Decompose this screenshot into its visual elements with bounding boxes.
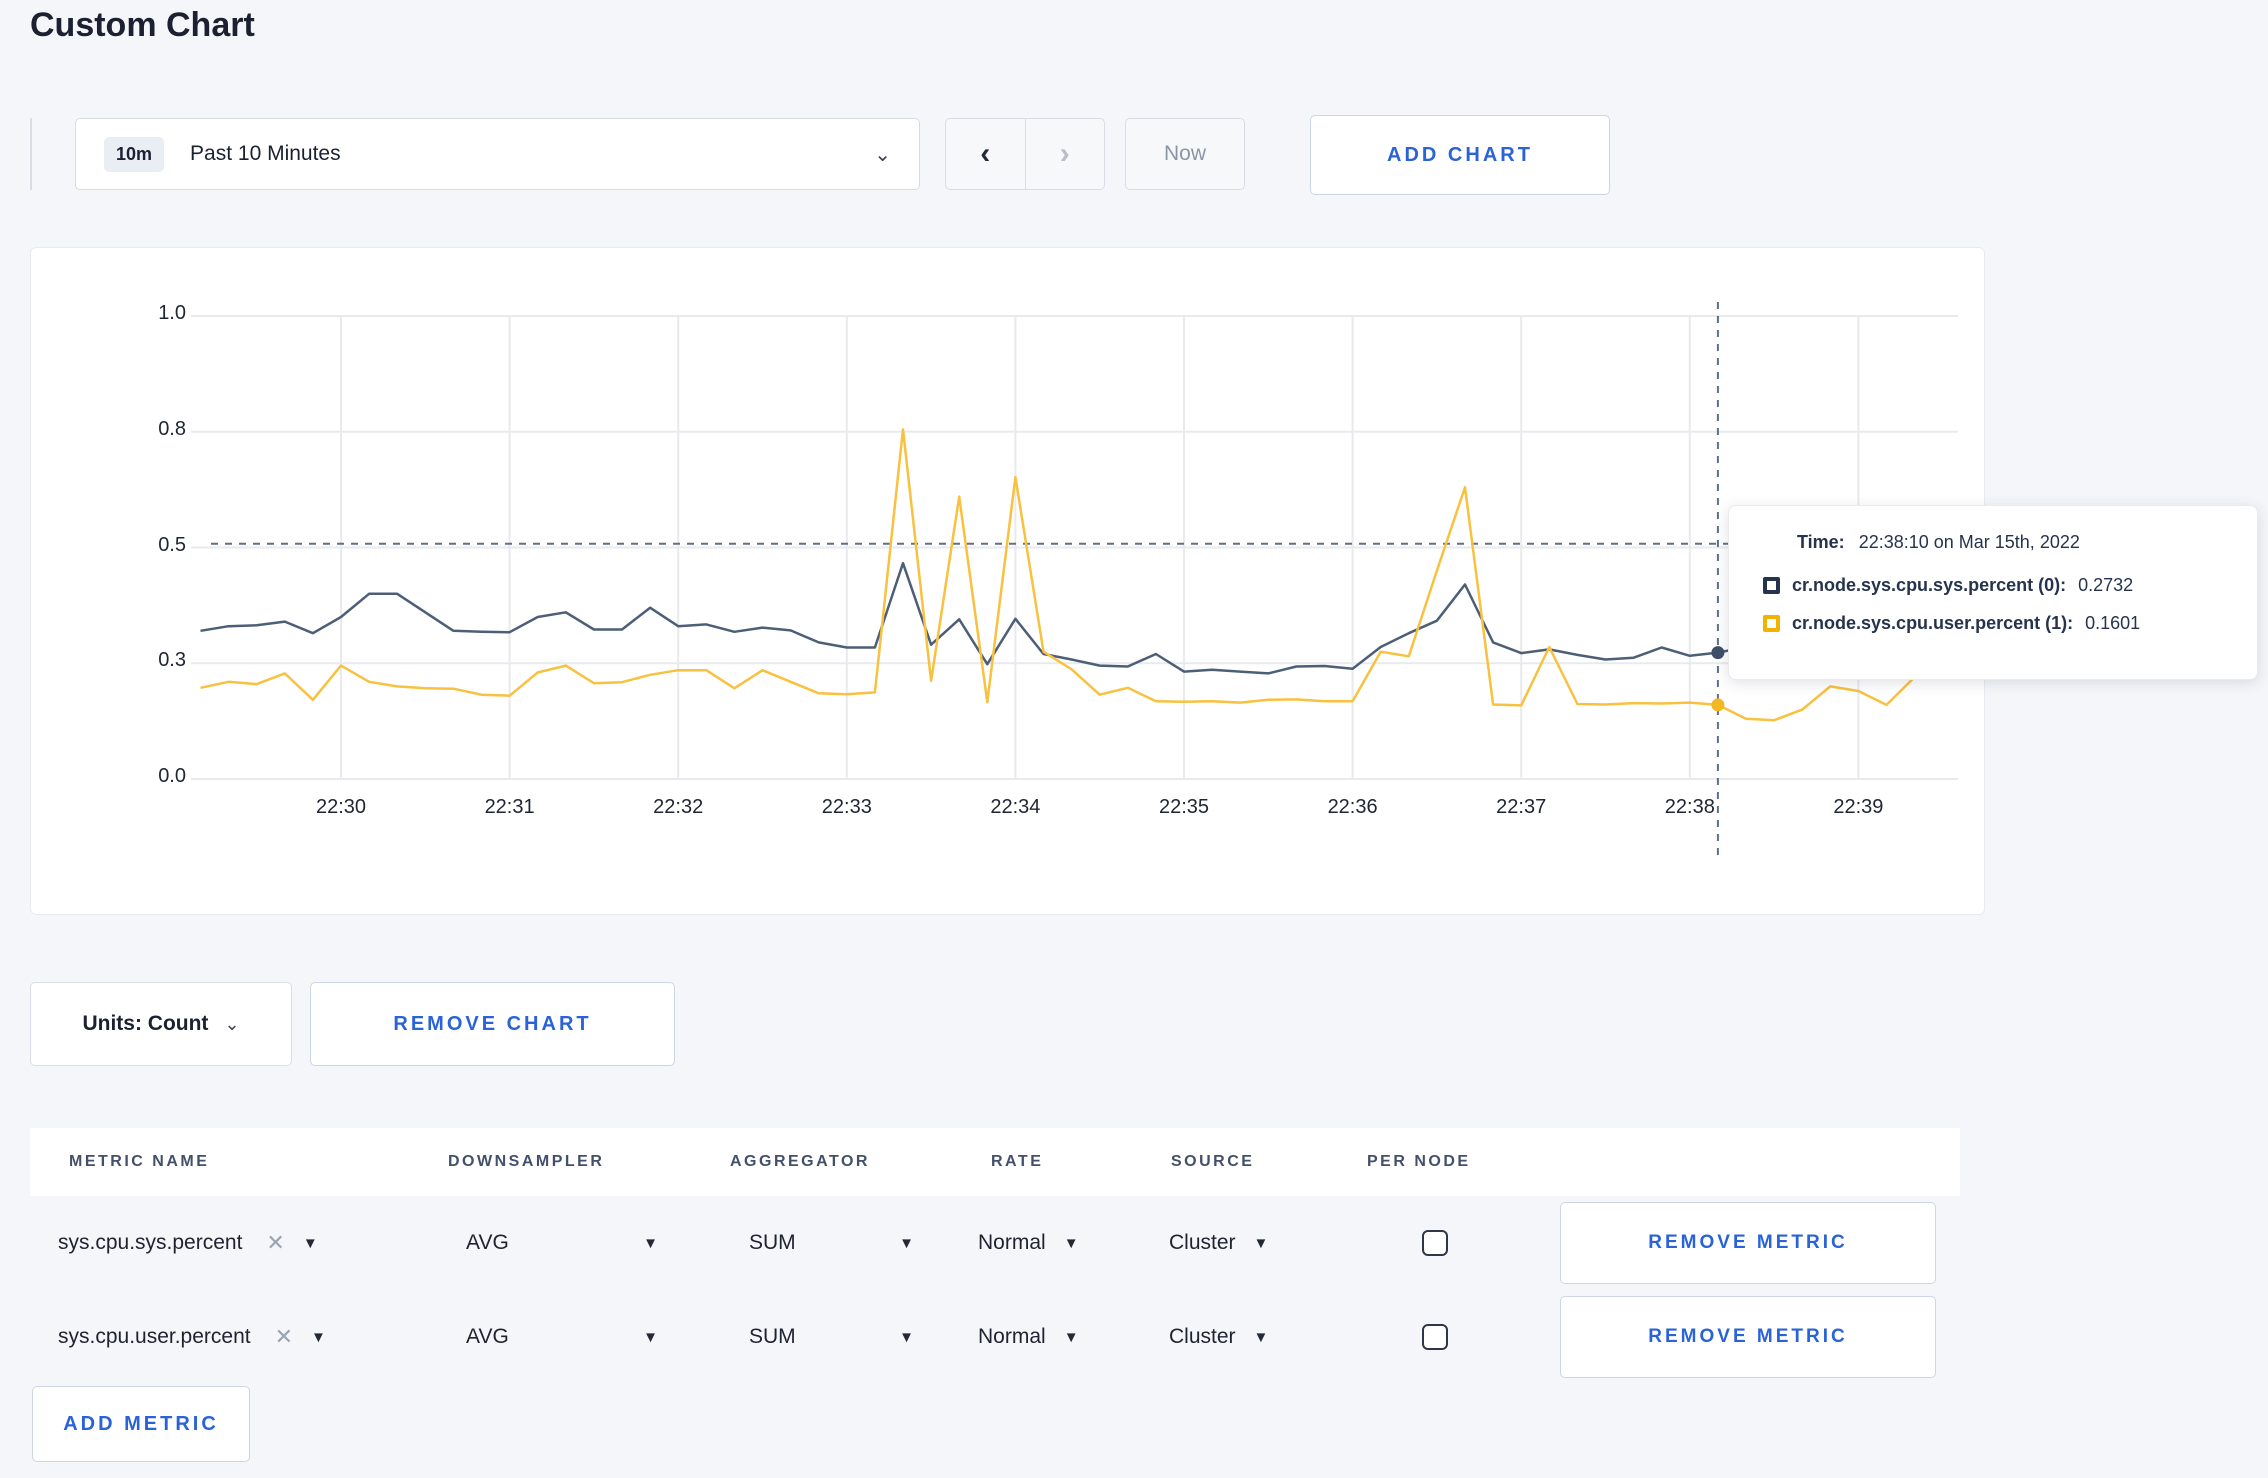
next-range-button[interactable]: › — [1026, 119, 1105, 189]
chevron-down-icon: ⌄ — [224, 1013, 240, 1034]
x-axis-tick-label: 22:35 — [1158, 796, 1210, 818]
time-range-badge: 10m — [104, 136, 165, 172]
col-header-metric-name: METRIC NAME — [69, 1153, 210, 1170]
caret-down-icon: ▼ — [1253, 1234, 1269, 1252]
col-header-downsampler: DOWNSAMPLER — [448, 1153, 605, 1170]
remove-metric-button[interactable]: REMOVE METRIC — [1560, 1202, 1936, 1284]
aggregator-select[interactable]: SUM ▼ — [749, 1325, 914, 1349]
sys-series-legend-icon — [1763, 577, 1780, 594]
table-row: sys.cpu.user.percent ✕ ▼ AVG ▼ SUM ▼ Nor… — [30, 1290, 1960, 1384]
previous-range-button[interactable]: ‹ — [946, 119, 1026, 189]
downsampler-value: AVG — [466, 1325, 509, 1348]
col-header-source: SOURCE — [1171, 1153, 1255, 1170]
rate-value: Normal — [978, 1231, 1046, 1254]
aggregator-value: SUM — [749, 1231, 796, 1254]
x-axis-tick-label: 22:37 — [1496, 796, 1547, 818]
metric-name-label: sys.cpu.user.percent — [58, 1325, 251, 1348]
caret-down-icon: ▼ — [1253, 1328, 1269, 1346]
user-series-legend-icon — [1763, 615, 1780, 632]
tooltip-series-value: 0.2732 — [2078, 575, 2134, 595]
tooltip-series-name: cr.node.sys.cpu.sys.percent (0): — [1792, 575, 2067, 595]
remove-chart-button[interactable]: REMOVE CHART — [310, 982, 675, 1066]
source-select[interactable]: Cluster ▼ — [1169, 1325, 1268, 1349]
page-title: Custom Chart — [30, 6, 255, 44]
x-axis-tick-label: 22:33 — [821, 796, 872, 818]
add-chart-button[interactable]: ADD CHART — [1310, 115, 1610, 195]
source-value: Cluster — [1169, 1325, 1236, 1348]
rate-select[interactable]: Normal ▼ — [978, 1231, 1079, 1255]
metric-name-dropdown[interactable]: sys.cpu.user.percent ✕ ▼ — [58, 1324, 326, 1350]
table-row: sys.cpu.sys.percent ✕ ▼ AVG ▼ SUM ▼ Norm… — [30, 1196, 1960, 1290]
y-axis-tick-label: 1.0 — [158, 302, 186, 324]
metric-name-label: sys.cpu.sys.percent — [58, 1231, 243, 1254]
y-axis-tick-label: 0.8 — [158, 417, 186, 440]
col-header-per-node: PER NODE — [1367, 1153, 1471, 1170]
x-axis-tick-label: 22:32 — [653, 796, 704, 818]
source-value: Cluster — [1169, 1231, 1236, 1254]
chart-card: 0.0 0.3 0.5 0.8 1.0 22:30 22:31 22:32 22:33 22:34… — [30, 247, 1985, 915]
remove-metric-button[interactable]: REMOVE METRIC — [1560, 1296, 1936, 1378]
downsampler-select[interactable]: AVG ▼ — [466, 1325, 658, 1349]
aggregator-value: SUM — [749, 1325, 796, 1348]
downsampler-select[interactable]: AVG ▼ — [466, 1231, 658, 1255]
x-axis-tick-label: 22:34 — [990, 796, 1041, 818]
col-header-aggregator: AGGREGATOR — [730, 1153, 870, 1170]
x-axis-tick-label: 22:30 — [315, 796, 367, 818]
clear-metric-icon[interactable]: ✕ — [275, 1324, 293, 1350]
chart-hover-tooltip: Time: 22:38:10 on Mar 15th, 2022 cr.node.… — [1728, 505, 2258, 680]
col-header-rate: RATE — [991, 1153, 1044, 1170]
caret-down-icon: ▼ — [899, 1328, 914, 1346]
metrics-table-header: METRIC NAME DOWNSAMPLER AGGREGATOR RATE … — [30, 1128, 1960, 1196]
caret-down-icon: ▼ — [311, 1328, 326, 1346]
tooltip-series-name: cr.node.sys.cpu.user.percent (1): — [1792, 613, 2074, 633]
y-axis-tick-label: 0.3 — [158, 649, 186, 672]
y-axis-tick-label: 0.5 — [158, 533, 186, 556]
tooltip-time-value: 22:38:10 on Mar 15th, 2022 — [1858, 532, 2080, 552]
aggregator-select[interactable]: SUM ▼ — [749, 1231, 914, 1255]
series-line-user — [200, 428, 1944, 722]
x-axis-tick-label: 22:31 — [484, 796, 535, 818]
caret-down-icon: ▼ — [643, 1234, 658, 1252]
units-label: Units: Count — [82, 1012, 209, 1035]
time-range-dropdown[interactable]: 10m Past 10 Minutes ⌄ — [75, 118, 920, 190]
y-axis-tick-label: 0.0 — [158, 765, 186, 787]
rate-value: Normal — [978, 1325, 1046, 1348]
toolbar-divider — [30, 118, 32, 190]
per-node-cell — [1422, 1324, 1448, 1350]
rate-select[interactable]: Normal ▼ — [978, 1325, 1079, 1349]
downsampler-value: AVG — [466, 1231, 509, 1254]
series-line-sys — [200, 561, 1943, 675]
time-pager: ‹ › — [945, 118, 1105, 190]
hover-marker-user — [1711, 698, 1725, 712]
caret-down-icon: ▼ — [302, 1234, 318, 1252]
metric-name-dropdown[interactable]: sys.cpu.sys.percent ✕ ▼ — [58, 1230, 318, 1256]
time-range-label: Past 10 Minutes — [190, 142, 341, 165]
chevron-down-icon: ⌄ — [874, 143, 891, 166]
x-axis-tick-label: 22:38 — [1664, 796, 1715, 818]
x-axis-tick-label: 22:39 — [1833, 796, 1884, 818]
tooltip-time-label: Time: — [1797, 532, 1845, 552]
tooltip-series-value: 0.1601 — [2085, 613, 2141, 633]
caret-down-icon: ▼ — [899, 1234, 914, 1252]
clear-metric-icon[interactable]: ✕ — [266, 1230, 284, 1256]
caret-down-icon: ▼ — [643, 1328, 658, 1346]
caret-down-icon: ▼ — [1063, 1328, 1079, 1346]
hover-marker-sys — [1711, 646, 1725, 660]
per-node-checkbox[interactable] — [1422, 1324, 1448, 1350]
units-dropdown[interactable]: Units: Count ⌄ — [30, 982, 292, 1066]
source-select[interactable]: Cluster ▼ — [1169, 1231, 1268, 1255]
per-node-cell — [1422, 1230, 1448, 1256]
x-axis-tick-label: 22:36 — [1327, 796, 1378, 818]
now-button[interactable]: Now — [1125, 118, 1245, 190]
caret-down-icon: ▼ — [1063, 1234, 1079, 1252]
add-metric-button[interactable]: ADD METRIC — [32, 1386, 250, 1462]
per-node-checkbox[interactable] — [1422, 1230, 1448, 1256]
